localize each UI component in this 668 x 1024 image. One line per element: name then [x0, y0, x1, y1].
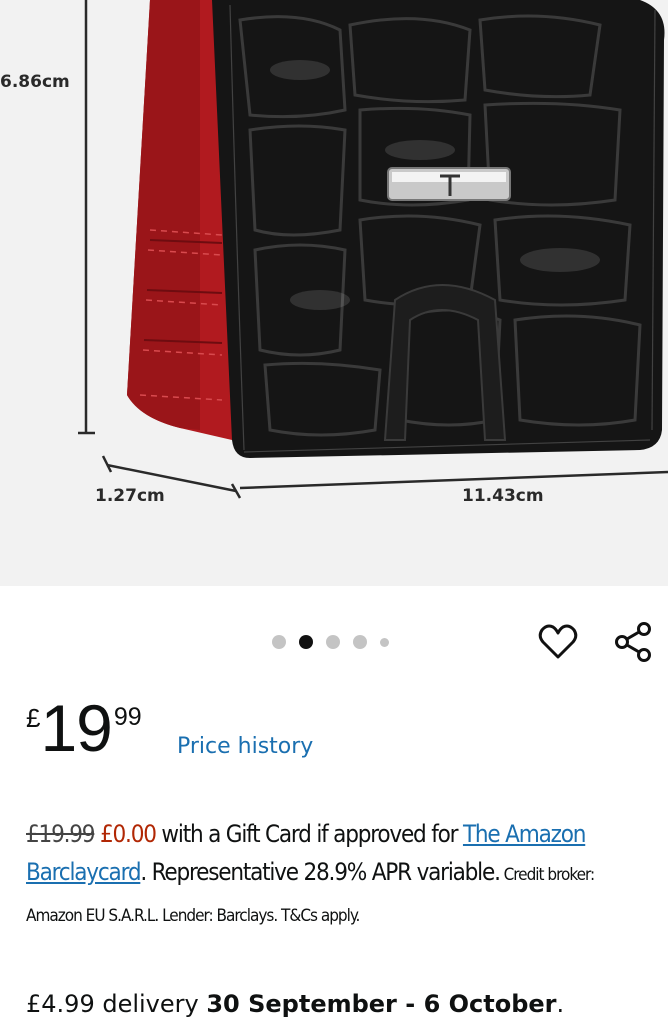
price-fraction: 99	[113, 703, 142, 731]
delivery-suffix: .	[556, 990, 565, 1018]
image-carousel-indicator[interactable]	[272, 634, 389, 650]
carousel-dot[interactable]	[353, 635, 367, 649]
carousel-dot-active[interactable]	[299, 635, 313, 649]
offer-apr-text: . Representative 28.9% APR variable.	[140, 858, 501, 886]
depth-dimension-label: 1.27cm	[95, 486, 165, 506]
share-button[interactable]	[611, 620, 655, 664]
offer-price: £0.00	[99, 820, 157, 848]
old-price: £19.99	[26, 820, 96, 848]
wishlist-button[interactable]	[536, 620, 580, 664]
offer-text: with a Gift Card if approved for	[155, 820, 463, 848]
credit-offer: £19.99 £0.00 with a Gift Card if approve…	[26, 815, 636, 935]
carousel-dot[interactable]	[326, 635, 340, 649]
carousel-dot[interactable]	[380, 637, 389, 647]
carousel-dot[interactable]	[272, 635, 286, 649]
product-image[interactable]: 6.86cm 1.27cm 11.43cm	[0, 0, 668, 586]
price-currency: £	[26, 703, 41, 733]
heart-icon	[538, 624, 578, 659]
delivery-dates: 30 September - 6 October	[206, 990, 557, 1018]
price-history-link[interactable]: Price history	[177, 734, 313, 759]
height-dimension-label: 6.86cm	[0, 72, 70, 92]
price-whole: 19	[40, 691, 112, 765]
share-icon	[615, 622, 651, 662]
delivery-info: £4.99 delivery 30 September - 6 October.	[26, 990, 666, 1018]
width-dimension-label: 11.43cm	[462, 486, 544, 506]
price: £ 19 99	[26, 693, 142, 767]
delivery-cost: £4.99 delivery	[26, 990, 207, 1018]
